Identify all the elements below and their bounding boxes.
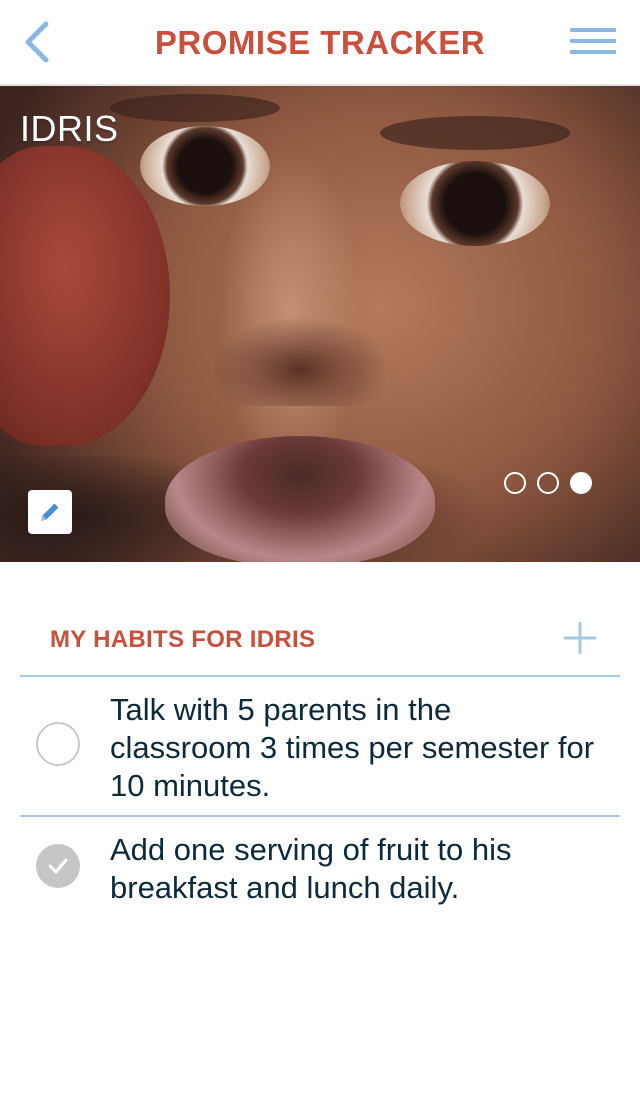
plus-icon xyxy=(564,622,596,654)
pencil-icon xyxy=(41,503,59,521)
checkmark-icon xyxy=(48,858,68,874)
edit-photo-button[interactable] xyxy=(28,490,72,534)
habit-checkbox-unchecked[interactable] xyxy=(36,722,80,766)
carousel-dot-2[interactable] xyxy=(537,472,559,494)
habits-section-header: MY HABITS FOR IDRIS xyxy=(20,612,620,677)
habit-text: Talk with 5 parents in the classroom 3 t… xyxy=(110,692,595,803)
profile-photo[interactable]: IDRIS xyxy=(0,86,640,562)
habit-checkbox-checked[interactable] xyxy=(36,844,80,888)
carousel-dot-3[interactable] xyxy=(570,472,592,494)
menu-button[interactable] xyxy=(570,28,616,56)
habit-item: Talk with 5 parents in the classroom 3 t… xyxy=(20,679,620,817)
top-bar: PROMISE TRACKER xyxy=(0,0,640,86)
carousel-indicator xyxy=(504,472,592,494)
app-screen: PROMISE TRACKER IDRIS MY HABITS FOR IDRI… xyxy=(0,0,640,1096)
carousel-dot-1[interactable] xyxy=(504,472,526,494)
section-title: MY HABITS FOR IDRIS xyxy=(50,626,316,653)
add-habit-button[interactable] xyxy=(562,620,598,656)
habit-text: Add one serving of fruit to his breakfas… xyxy=(110,832,512,905)
habit-item: Add one serving of fruit to his breakfas… xyxy=(20,819,620,929)
hamburger-menu-icon xyxy=(570,28,616,32)
student-name: IDRIS xyxy=(20,108,119,149)
app-logo: PROMISE TRACKER xyxy=(154,24,486,61)
